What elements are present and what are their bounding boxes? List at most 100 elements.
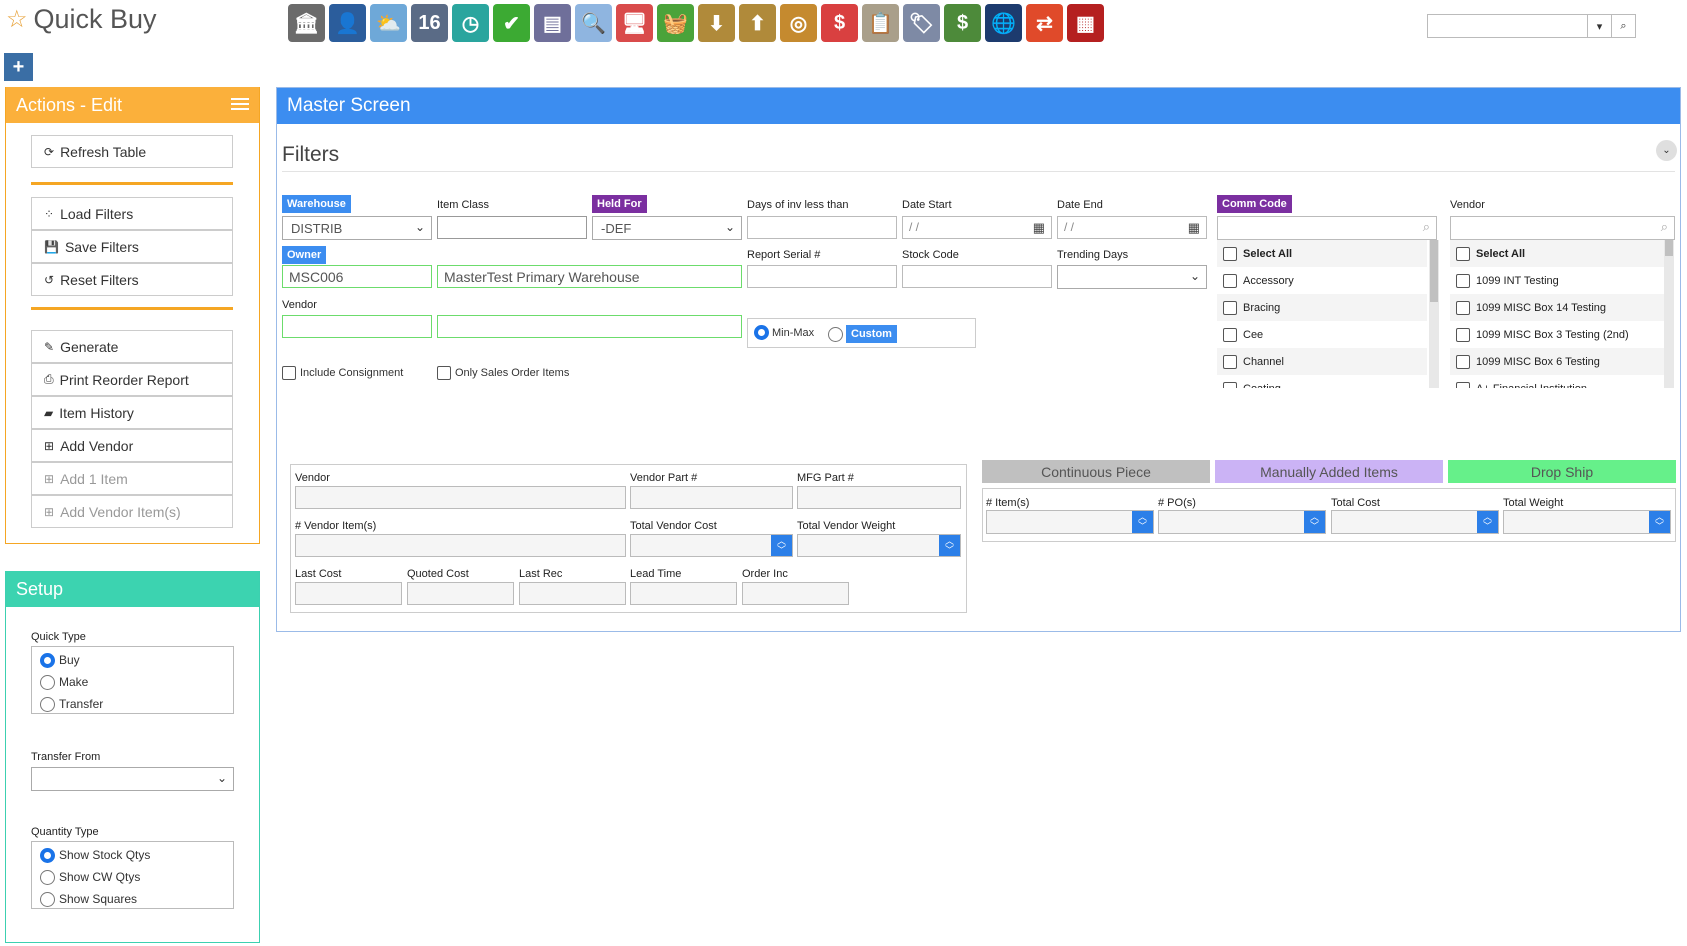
keyboard-icon[interactable]: ▤ (534, 4, 571, 42)
scroll-thumb[interactable] (1665, 240, 1673, 256)
comm-code-item[interactable]: Channel (1217, 348, 1427, 375)
detail-last-rec-input[interactable] (519, 582, 626, 605)
detail-vendor-items-input[interactable] (295, 534, 626, 557)
print-reorder-report-button[interactable]: ⎙ Print Reorder Report (31, 363, 233, 396)
chevron-down-icon[interactable]: ▾ (1587, 15, 1611, 37)
vendor-list-search[interactable]: ⌕ (1450, 216, 1675, 240)
vendor-list-item[interactable]: Select All (1450, 240, 1664, 267)
save-filters-button[interactable]: 💾 Save Filters (31, 230, 233, 263)
user-icon[interactable]: 👤 (329, 4, 366, 42)
generate-button[interactable]: ✎ Generate (31, 330, 233, 363)
checkbox[interactable] (1456, 300, 1470, 315)
spinner-icon[interactable]: ︿ ﹀ (1649, 511, 1670, 533)
calendar-icon[interactable]: ▦ (1033, 220, 1045, 236)
collapse-chevron-icon[interactable]: ⌄ (1656, 140, 1677, 161)
header-search-input[interactable] (1428, 15, 1587, 37)
detail-mfg-part-input[interactable] (797, 486, 961, 509)
vendor-list-item[interactable]: 1099 MISC Box 3 Testing (2nd) (1450, 321, 1664, 348)
trending-days-select[interactable]: ⌄ (1057, 265, 1207, 289)
checkbox[interactable] (1456, 246, 1470, 261)
include-consignment-checkbox[interactable]: Include Consignment (282, 366, 403, 380)
total-cost-input[interactable]: ︿ ﹀ (1331, 510, 1499, 534)
detail-total-vendor-cost-input[interactable]: ︿ ﹀ (630, 534, 793, 557)
radio-quantity-type-show-cw-qtys[interactable]: Show CW Qtys (40, 866, 225, 888)
checkbox[interactable] (1223, 273, 1237, 288)
spinner-icon[interactable]: ︿ ﹀ (1477, 511, 1498, 533)
radio-quantity-type-show-stock-qtys[interactable]: Show Stock Qtys (40, 844, 225, 866)
vendor-name-input[interactable] (437, 315, 742, 338)
checkbox[interactable] (1223, 354, 1237, 369)
radio-quick-type-transfer[interactable]: Transfer (40, 693, 225, 715)
comm-code-scrollbar[interactable] (1429, 240, 1439, 388)
radio-quantity-type-show-squares[interactable]: Show Squares (40, 888, 225, 910)
only-sales-order-checkbox[interactable]: Only Sales Order Items (437, 366, 569, 380)
dollar-chat-icon[interactable]: $ (821, 4, 858, 42)
add-vendor-item-s-button[interactable]: ⊞ Add Vendor Item(s) (31, 495, 233, 528)
checkbox[interactable] (1223, 327, 1237, 342)
date-end-input[interactable]: / / ▦ (1057, 216, 1207, 239)
item-class-input[interactable] (437, 216, 587, 239)
stock-code-input[interactable] (902, 265, 1052, 288)
checkbox[interactable] (1456, 273, 1470, 288)
comm-code-item[interactable]: Cee (1217, 321, 1427, 348)
outbox-upload-icon[interactable]: ⬆ (739, 4, 776, 42)
clipboard-icon[interactable]: 📋 (862, 4, 899, 42)
detail-vendor-part-input[interactable] (630, 486, 793, 509)
radio-custom[interactable]: Custom (828, 325, 897, 343)
warehouse-select[interactable]: DISTRIB ⌄ (282, 216, 432, 240)
spinner-icon[interactable]: ︿ ﹀ (1132, 511, 1153, 533)
bank-icon[interactable]: 🏛 (288, 4, 325, 42)
checkbox[interactable] (1456, 327, 1470, 342)
spinner-icon[interactable]: ︿ ﹀ (771, 535, 792, 556)
radio-min-max[interactable]: Min-Max (754, 325, 814, 340)
menu-icon[interactable] (231, 98, 249, 113)
scroll-thumb[interactable] (1430, 240, 1438, 302)
calendar-icon[interactable]: ▦ (1188, 220, 1200, 236)
detail-total-vendor-weight-input[interactable]: ︿ ﹀ (797, 534, 961, 557)
checkmark-icon[interactable]: ✔ (493, 4, 530, 42)
detail-lead-time-input[interactable] (630, 582, 737, 605)
comm-code-item[interactable]: Coating (1217, 375, 1427, 388)
detail-last-cost-input[interactable] (295, 582, 402, 605)
add-1-item-button[interactable]: ⊞ Add 1 Item (31, 462, 233, 495)
add-button[interactable]: + (4, 53, 33, 81)
refresh-table-button[interactable]: ⟳ Refresh Table (31, 135, 233, 168)
checkbox[interactable] (1223, 381, 1237, 388)
vendor-list-item[interactable]: A+ Financial Institution (1450, 375, 1664, 388)
checkbox[interactable] (1456, 354, 1470, 369)
warehouse-building-icon[interactable]: ▦ (1067, 4, 1104, 42)
vendor-list-scrollbar[interactable] (1664, 240, 1674, 388)
comm-code-item[interactable]: Bracing (1217, 294, 1427, 321)
search-icon[interactable]: ⌕ (1611, 15, 1635, 37)
vendor-list-item[interactable]: 1099 INT Testing (1450, 267, 1664, 294)
reset-filters-button[interactable]: ↺ Reset Filters (31, 263, 233, 296)
exchange-arrows-icon[interactable]: ⇄ (1026, 4, 1063, 42)
detail-order-inc-input[interactable] (742, 582, 849, 605)
globe-icon[interactable]: 🌐 (985, 4, 1022, 42)
total-weight-input[interactable]: ︿ ﹀ (1503, 510, 1671, 534)
vendor-code-input[interactable] (282, 315, 432, 338)
comm-code-search[interactable]: ⌕ (1217, 216, 1437, 240)
checkbox[interactable] (1223, 300, 1237, 315)
detail-quoted-cost-input[interactable] (407, 582, 514, 605)
add-vendor-button[interactable]: ⊞ Add Vendor (31, 429, 233, 462)
spinner-icon[interactable]: ︿ ﹀ (1304, 511, 1325, 533)
total-pos-input[interactable]: ︿ ﹀ (1158, 510, 1326, 534)
item-history-button[interactable]: ▰ Item History (31, 396, 233, 429)
transfer-from-select[interactable]: ⌄ (31, 767, 234, 791)
money-icon[interactable]: $ (944, 4, 981, 42)
coins-icon[interactable]: ◎ (780, 4, 817, 42)
favorite-star-icon[interactable]: ☆ (6, 5, 28, 34)
tag-icon[interactable]: 🏷 (903, 4, 940, 42)
radio-quick-type-buy[interactable]: Buy (40, 649, 225, 671)
owner-code-input[interactable]: MSC006 (282, 265, 432, 288)
report-serial-input[interactable] (747, 265, 897, 288)
vendor-list-item[interactable]: 1099 MISC Box 6 Testing (1450, 348, 1664, 375)
owner-name-input[interactable]: MasterTest Primary Warehouse (437, 265, 742, 288)
comm-code-item[interactable]: Accessory (1217, 267, 1427, 294)
calendar-16-icon[interactable]: 16 (411, 4, 448, 42)
search-magnifier-icon[interactable]: 🔍 (575, 4, 612, 42)
basket-icon[interactable]: 🧺 (657, 4, 694, 42)
date-start-input[interactable]: / / ▦ (902, 216, 1052, 239)
checkbox[interactable] (1223, 246, 1237, 261)
